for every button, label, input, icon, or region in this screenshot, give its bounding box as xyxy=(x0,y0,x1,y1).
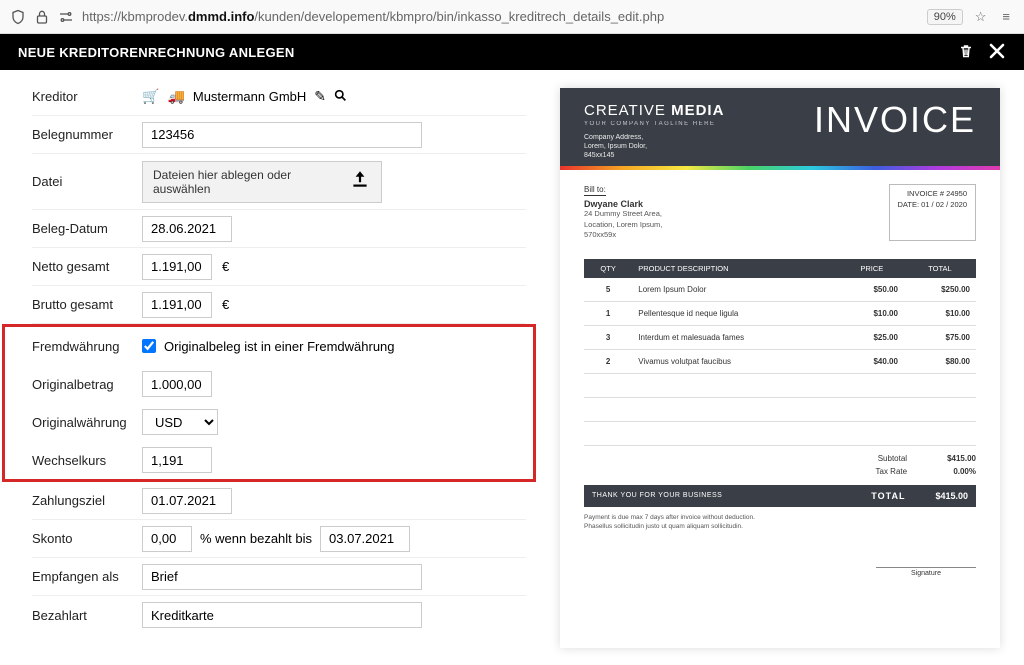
origwaehr-select[interactable]: USD xyxy=(142,409,218,435)
hamburger-menu-icon[interactable]: ≡ xyxy=(998,9,1014,24)
lock-icon[interactable] xyxy=(34,9,50,25)
close-icon[interactable] xyxy=(988,42,1006,63)
browser-address-bar: https://kbmprodev.dmmd.info/kunden/devel… xyxy=(0,0,1024,34)
upload-icon xyxy=(349,168,371,196)
label-belegnummer: Belegnummer xyxy=(32,127,142,142)
invoice-title: INVOICE xyxy=(814,102,976,138)
file-dropzone[interactable]: Dateien hier ablegen oder auswählen xyxy=(142,161,382,203)
table-row: 2Vivamus volutpat faucibus$40.00$80.00 xyxy=(584,349,976,373)
bill-to-block: Bill to: Dwyane Clark 24 Dummy Street Ar… xyxy=(584,184,662,241)
belegnummer-input[interactable] xyxy=(142,122,422,148)
label-skonto: Skonto xyxy=(32,531,142,546)
label-kreditor: Kreditor xyxy=(32,89,142,104)
foreign-currency-highlight: Fremdwährung Originalbeleg ist in einer … xyxy=(2,324,536,482)
label-belegdatum: Beleg-Datum xyxy=(32,221,142,236)
belegdatum-input[interactable] xyxy=(142,216,232,242)
truck-icon: 🚚 xyxy=(167,88,184,105)
app-header: NEUE KREDITORENRECHNUNG ANLEGEN xyxy=(0,34,1024,70)
label-datei: Datei xyxy=(32,174,142,189)
search-icon[interactable] xyxy=(334,89,347,105)
brutto-currency: € xyxy=(222,297,229,312)
label-origwaehr: Originalwährung xyxy=(32,415,142,430)
skonto-date-input[interactable] xyxy=(320,526,410,552)
cart-icon: 🛒 xyxy=(142,88,159,105)
label-zahlungsziel: Zahlungsziel xyxy=(32,493,142,508)
invoice-meta-box: INVOICE # 24950 DATE: 01 / 02 / 2020 xyxy=(889,184,977,241)
zoom-badge[interactable]: 90% xyxy=(927,9,963,25)
netto-input[interactable] xyxy=(142,254,212,280)
label-empfangen: Empfangen als xyxy=(32,569,142,584)
form-pane: Kreditor 🛒 🚚 Mustermann GmbH ✎ Belegnumm… xyxy=(0,70,536,665)
label-netto: Netto gesamt xyxy=(32,259,142,274)
dropzone-text: Dateien hier ablegen oder auswählen xyxy=(153,168,331,196)
table-row: 5Lorem Ipsum Dolor$50.00$250.00 xyxy=(584,278,976,302)
empfangen-input[interactable] xyxy=(142,564,422,590)
table-row: 3Interdum et malesuada fames$25.00$75.00 xyxy=(584,325,976,349)
label-origbetrag: Originalbetrag xyxy=(32,377,142,392)
invoice-items-table: QTY PRODUCT DESCRIPTION PRICE TOTAL 5Lor… xyxy=(584,259,976,446)
invoice-preview: CREATIVE MEDIA YOUR COMPANY TAGLINE HERE… xyxy=(560,88,1000,648)
invoice-total-bar: THANK YOU FOR YOUR BUSINESS TOTAL $415.0… xyxy=(584,485,976,507)
netto-currency: € xyxy=(222,259,229,274)
brutto-input[interactable] xyxy=(142,292,212,318)
company-address: Company Address, Lorem, Ipsum Dolor, 845… xyxy=(584,133,724,160)
skonto-mid-text: % wenn bezahlt bis xyxy=(200,531,312,546)
origbetrag-input[interactable] xyxy=(142,371,212,397)
permissions-icon[interactable] xyxy=(58,9,74,25)
kreditor-name: Mustermann GmbH xyxy=(193,89,306,104)
label-brutto: Brutto gesamt xyxy=(32,297,142,312)
invoice-header: CREATIVE MEDIA YOUR COMPANY TAGLINE HERE… xyxy=(560,88,1000,166)
invoice-preview-pane: CREATIVE MEDIA YOUR COMPANY TAGLINE HERE… xyxy=(536,70,1024,665)
trash-icon[interactable] xyxy=(958,43,974,62)
url-field[interactable]: https://kbmprodev.dmmd.info/kunden/devel… xyxy=(82,9,919,24)
fremdw-text: Originalbeleg ist in einer Fremdwährung xyxy=(164,339,395,354)
wechselkurs-input[interactable] xyxy=(142,447,212,473)
label-wechselkurs: Wechselkurs xyxy=(32,453,142,468)
edit-icon[interactable]: ✎ xyxy=(314,88,326,105)
bezahlart-input[interactable] xyxy=(142,602,422,628)
zahlungsziel-input[interactable] xyxy=(142,488,232,514)
label-bezahlart: Bezahlart xyxy=(32,608,142,623)
shield-icon[interactable] xyxy=(10,9,26,25)
table-row: 1Pellentesque id neque ligula$10.00$10.0… xyxy=(584,301,976,325)
bookmark-star-icon[interactable]: ☆ xyxy=(971,9,991,25)
page-title: NEUE KREDITORENRECHNUNG ANLEGEN xyxy=(18,45,944,60)
fremdw-checkbox[interactable] xyxy=(142,339,156,353)
label-fremdw: Fremdwährung xyxy=(32,339,142,354)
skonto-input[interactable] xyxy=(142,526,192,552)
